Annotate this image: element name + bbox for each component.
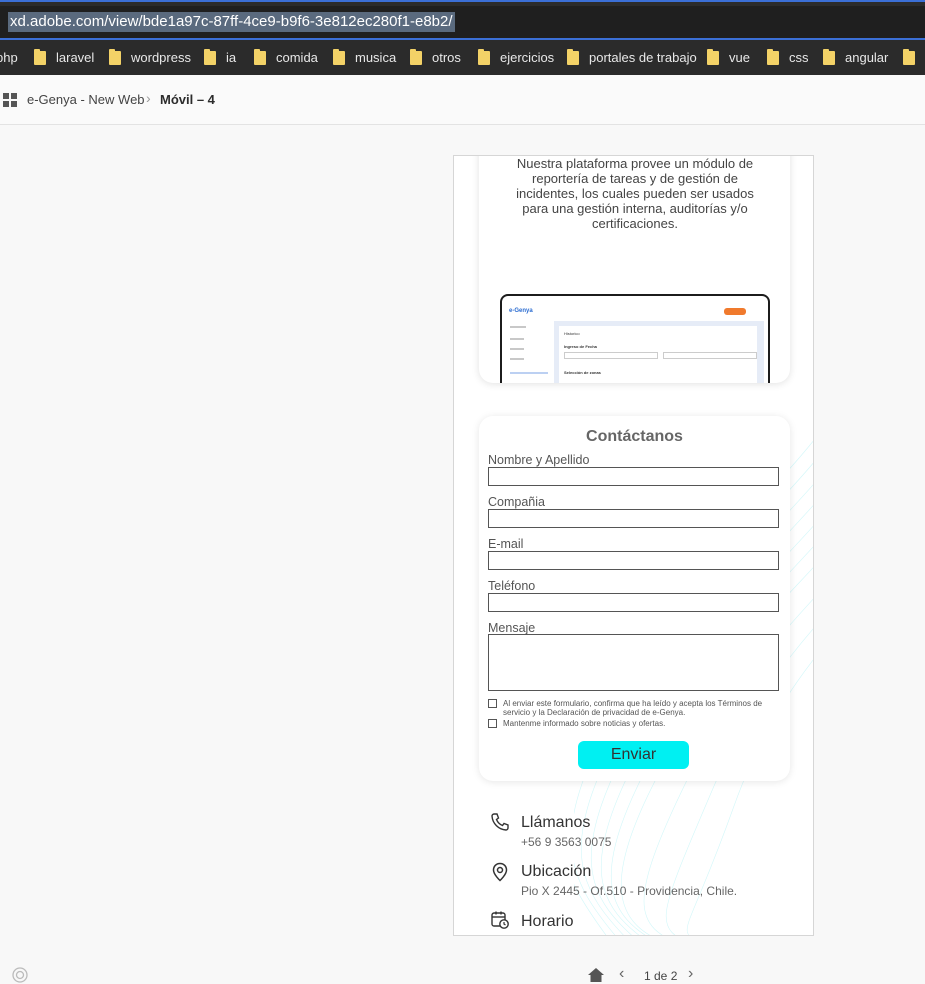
chevron-right-icon: › bbox=[146, 90, 151, 106]
folder-icon bbox=[567, 48, 579, 65]
bookmark-angular[interactable]: angular bbox=[823, 40, 888, 75]
folder-icon bbox=[707, 48, 719, 65]
mockup-date-input bbox=[663, 352, 757, 359]
bookmark-otros[interactable]: otros bbox=[410, 40, 461, 75]
call-value[interactable]: +56 9 3563 0075 bbox=[521, 835, 611, 849]
bookmark-laravel[interactable]: laravel bbox=[34, 40, 94, 75]
url-text[interactable]: xd.adobe.com/view/bde1a97c-87ff-4ce9-b9f… bbox=[8, 12, 455, 32]
bookmark-ejercicios[interactable]: ejercicios bbox=[478, 40, 554, 75]
calendar-clock-icon bbox=[491, 911, 509, 929]
mockup-sidebar-line bbox=[510, 326, 526, 328]
message-label: Mensaje bbox=[488, 621, 536, 635]
bookmark-label: angular bbox=[845, 50, 889, 65]
bookmark-label: css bbox=[789, 50, 809, 65]
folder-icon bbox=[478, 48, 490, 65]
terms-checkbox[interactable] bbox=[488, 699, 497, 708]
contact-form-card: Contáctanos Nombre y Apellido Compañia E… bbox=[479, 416, 790, 781]
creative-cloud-icon[interactable] bbox=[8, 966, 28, 984]
bookmark-portales-de-trabajo[interactable]: portales de trabajo bbox=[567, 40, 697, 75]
terms-text: Al enviar este formulario, confirma que … bbox=[503, 699, 763, 717]
bookmarks-bar: php laravel wordpress ia comida musica o… bbox=[0, 40, 925, 75]
bookmark-label: laravel bbox=[56, 50, 95, 65]
phone-label: Teléfono bbox=[488, 579, 536, 593]
message-field[interactable] bbox=[488, 634, 779, 691]
location-value: Pio X 2445 - Of.510 - Providencia, Chile… bbox=[521, 884, 738, 898]
feature-card: Nuestra plataforma provee un módulo de r… bbox=[479, 156, 790, 383]
artboard[interactable]: Nuestra plataforma provee un módulo de r… bbox=[453, 155, 814, 936]
folder-icon bbox=[823, 48, 835, 65]
folder-icon bbox=[410, 48, 422, 65]
mockup-sidebar-line bbox=[510, 358, 524, 360]
bookmark-label: php bbox=[0, 50, 18, 65]
mockup-text: Selección de zonas bbox=[564, 370, 601, 375]
folder-icon bbox=[204, 48, 216, 65]
name-label: Nombre y Apellido bbox=[488, 453, 590, 467]
grid-icon[interactable] bbox=[3, 93, 17, 107]
hours-title: Horario bbox=[521, 913, 574, 930]
laptop-mockup: e-Genya Historico Ingreso de Fecha Selec… bbox=[500, 294, 770, 383]
form-title: Contáctanos bbox=[586, 428, 683, 445]
home-icon[interactable] bbox=[587, 967, 605, 983]
feature-description: Nuestra plataforma provee un módulo de r… bbox=[516, 156, 754, 231]
mockup-sidebar-active bbox=[510, 372, 548, 374]
folder-icon bbox=[34, 48, 46, 65]
mockup-text: Ingreso de Fecha bbox=[564, 344, 597, 349]
chevron-left-icon[interactable]: ‹ bbox=[619, 965, 624, 983]
bookmark-label: portales de trabajo bbox=[589, 50, 697, 65]
mockup-brand-badge bbox=[724, 308, 746, 315]
bookmark-vue[interactable]: vue bbox=[707, 40, 750, 75]
bookmark-php[interactable]: php bbox=[0, 40, 18, 75]
bookmark-label: wordpress bbox=[131, 50, 191, 65]
company-label: Compañia bbox=[488, 495, 545, 509]
xd-header: e-Genya - New Web › Móvil – 4 bbox=[0, 75, 925, 125]
folder-icon bbox=[767, 48, 779, 65]
bookmark-musica[interactable]: musica bbox=[333, 40, 396, 75]
mockup-text: Historico bbox=[564, 331, 580, 336]
breadcrumb-page: Móvil – 4 bbox=[160, 92, 215, 107]
email-field[interactable] bbox=[488, 551, 779, 570]
phone-icon bbox=[491, 813, 509, 831]
news-checkbox[interactable] bbox=[488, 719, 497, 728]
address-bar[interactable]: xd.adobe.com/view/bde1a97c-87ff-4ce9-b9f… bbox=[0, 6, 925, 40]
bookmark-more[interactable] bbox=[903, 40, 925, 75]
bookmark-css[interactable]: css bbox=[767, 40, 809, 75]
mockup-date-input bbox=[564, 352, 658, 359]
bookmark-label: ejercicios bbox=[500, 50, 555, 65]
company-field[interactable] bbox=[488, 509, 779, 528]
call-title: Llámanos bbox=[521, 814, 591, 831]
folder-icon bbox=[254, 48, 266, 65]
email-label: E-mail bbox=[488, 537, 524, 551]
bookmark-label: otros bbox=[432, 50, 461, 65]
bookmark-label: musica bbox=[355, 50, 397, 65]
folder-icon bbox=[903, 48, 915, 65]
mockup-sidebar-line bbox=[510, 348, 524, 350]
send-button[interactable]: Enviar bbox=[578, 741, 689, 769]
folder-icon bbox=[109, 48, 121, 65]
page-indicator: 1 de 2 bbox=[644, 969, 678, 983]
phone-field[interactable] bbox=[488, 593, 779, 612]
folder-icon bbox=[333, 48, 345, 65]
news-text: Mantenme informado sobre noticias y ofer… bbox=[503, 719, 666, 728]
mockup-panel: Historico Ingreso de Fecha Selección de … bbox=[559, 326, 757, 383]
mockup-logo: e-Genya bbox=[509, 308, 533, 314]
bookmark-comida[interactable]: comida bbox=[254, 40, 318, 75]
bookmark-label: ia bbox=[226, 50, 237, 65]
bookmark-label: comida bbox=[276, 50, 318, 65]
bookmark-label: vue bbox=[729, 50, 750, 65]
breadcrumb-project[interactable]: e-Genya - New Web bbox=[27, 92, 145, 107]
bookmark-wordpress[interactable]: wordpress bbox=[109, 40, 191, 75]
name-field[interactable] bbox=[488, 467, 779, 486]
chevron-right-icon[interactable]: › bbox=[688, 965, 693, 983]
location-title: Ubicación bbox=[521, 863, 592, 880]
location-pin-icon bbox=[492, 862, 508, 882]
mockup-sidebar-line bbox=[510, 338, 524, 340]
bookmark-ia[interactable]: ia bbox=[204, 40, 236, 75]
